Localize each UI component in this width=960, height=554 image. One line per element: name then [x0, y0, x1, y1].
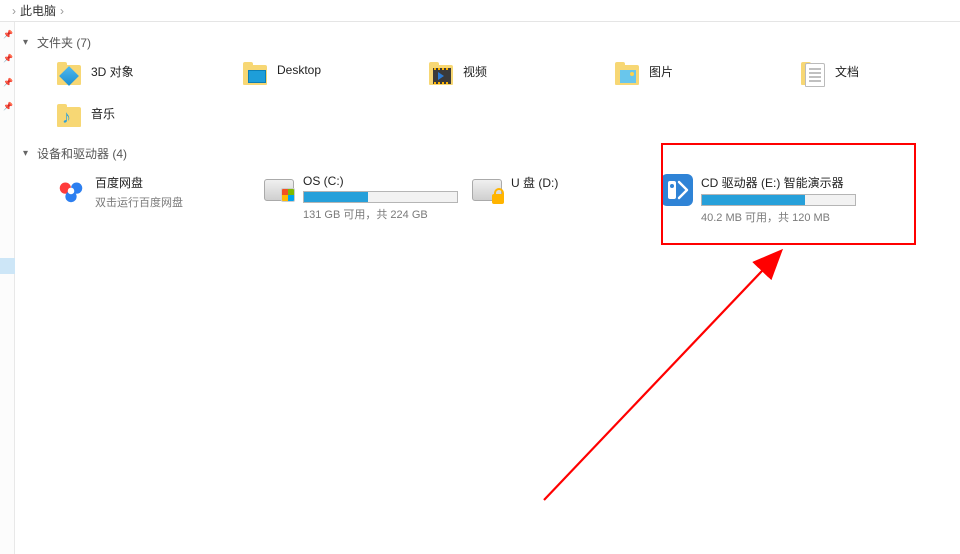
folder-videos[interactable]: 视频	[421, 57, 607, 95]
folder-icon	[799, 61, 829, 91]
content-pane: ▾ 文件夹 (7) 3D 对象 Desktop 视频	[15, 22, 960, 554]
device-subtitle: 双击运行百度网盘	[95, 194, 251, 210]
device-baidu-netdisk[interactable]: 百度网盘 双击运行百度网盘	[49, 168, 257, 231]
pin-icon: 📌	[3, 78, 11, 86]
breadcrumb-separator: ›	[60, 4, 64, 18]
folder-label: Desktop	[277, 61, 321, 77]
quick-access-sidebar: 📌 📌 📌 📌	[0, 22, 15, 554]
device-usb-d[interactable]: U 盘 (D:)	[465, 168, 655, 231]
folder-desktop[interactable]: Desktop	[235, 57, 421, 95]
sidebar-selection-indicator	[0, 258, 15, 274]
chevron-down-icon: ▾	[23, 148, 37, 159]
folder-icon	[55, 103, 85, 133]
pin-icon: 📌	[3, 30, 11, 38]
usb-drive-icon	[471, 174, 503, 206]
folder-documents[interactable]: 文档	[793, 57, 903, 95]
annotation-highlight-box	[661, 143, 916, 245]
folder-icon	[613, 61, 643, 91]
device-os-c[interactable]: OS (C:) 131 GB 可用，共 224 GB	[257, 168, 465, 231]
folder-label: 3D 对象	[91, 61, 134, 80]
device-name: OS (C:)	[303, 174, 459, 188]
folder-3d-objects[interactable]: 3D 对象	[49, 57, 235, 95]
folder-icon	[55, 61, 85, 91]
folder-pictures[interactable]: 图片	[607, 57, 793, 95]
folder-label: 音乐	[91, 103, 115, 122]
device-name: U 盘 (D:)	[511, 174, 649, 191]
breadcrumb-separator: ›	[12, 4, 16, 18]
group-header-folders[interactable]: ▾ 文件夹 (7)	[19, 30, 960, 57]
folder-icon	[427, 61, 457, 91]
device-name: 百度网盘	[95, 174, 251, 191]
folder-label: 图片	[649, 61, 673, 80]
group-title: 设备和驱动器 (4)	[37, 145, 127, 162]
folder-label: 文档	[835, 61, 859, 80]
pin-icon: 📌	[3, 102, 11, 110]
drive-icon	[263, 174, 295, 206]
breadcrumb-root[interactable]: 此电脑	[20, 2, 56, 19]
device-subtitle: 131 GB 可用，共 224 GB	[303, 206, 459, 222]
baidu-netdisk-icon	[55, 174, 87, 206]
pin-icon: 📌	[3, 54, 11, 62]
capacity-bar	[303, 191, 458, 203]
breadcrumb[interactable]: › 此电脑 ›	[0, 0, 960, 22]
folders-row: 3D 对象 Desktop 视频 图片	[19, 57, 960, 141]
group-title: 文件夹 (7)	[37, 34, 91, 51]
folder-label: 视频	[463, 61, 487, 80]
folder-music[interactable]: 音乐	[49, 99, 960, 137]
folder-icon	[241, 61, 271, 91]
chevron-down-icon: ▾	[23, 37, 37, 48]
